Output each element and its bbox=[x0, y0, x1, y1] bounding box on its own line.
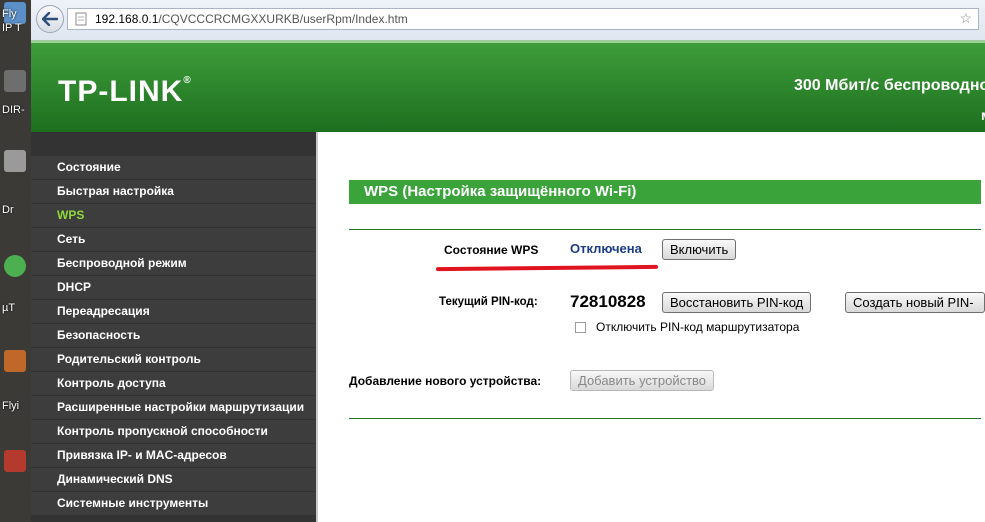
sidebar-item[interactable]: Привязка IP- и MAC-адресов bbox=[31, 444, 316, 467]
url-text: 192.168.0.1/CQVCCCRCMGXXURKB/userRpm/Ind… bbox=[95, 12, 408, 26]
product-title: 300 Мбит/с беспроводно bbox=[794, 77, 985, 94]
page-icon bbox=[75, 12, 87, 26]
sidebar-item[interactable]: Родительский контроль bbox=[31, 348, 316, 371]
sidebar-item[interactable]: Безопасность bbox=[31, 324, 316, 347]
desktop-app-icon[interactable] bbox=[4, 70, 26, 92]
utorrent-icon[interactable] bbox=[4, 255, 26, 277]
tp-link-logo: TP-LINK® bbox=[58, 75, 192, 108]
sidebar-item[interactable]: WPS bbox=[31, 204, 316, 227]
pin-label: Текущий PIN-код: bbox=[439, 296, 538, 308]
wps-status-label: Состояние WPS bbox=[444, 243, 539, 257]
page-title: WPS (Настройка защищённого Wi-Fi) bbox=[349, 180, 981, 204]
sidebar-item[interactable]: Контроль пропускной способности bbox=[31, 420, 316, 443]
desktop-app-icon[interactable] bbox=[4, 450, 26, 472]
generate-new-pin-button[interactable]: Создать новый PIN- bbox=[845, 292, 985, 313]
pin-value: 72810828 bbox=[570, 292, 646, 311]
restore-pin-button[interactable]: Восстановить PIN-код bbox=[662, 292, 812, 313]
desktop-label: µT bbox=[2, 302, 16, 314]
router-header: TP-LINK® 300 Мбит/с беспроводно м bbox=[31, 40, 985, 132]
sidebar-item[interactable]: Сеть bbox=[31, 228, 316, 251]
sidebar-item[interactable]: Динамический DNS bbox=[31, 468, 316, 491]
sidebar-item[interactable]: Расширенные настройки маршрутизации bbox=[31, 396, 316, 419]
url-host: 192.168.0.1 bbox=[95, 12, 159, 26]
sidebar-item[interactable]: Системные инструменты bbox=[31, 492, 316, 515]
url-field[interactable]: 192.168.0.1/CQVCCCRCMGXXURKB/userRpm/Ind… bbox=[67, 8, 979, 30]
desktop-label: Fly bbox=[2, 8, 17, 20]
desktop-label: IP T bbox=[2, 22, 22, 34]
desktop-app-icon[interactable] bbox=[4, 350, 26, 372]
annotation-underline bbox=[435, 264, 659, 272]
desktop-label: DIR- bbox=[2, 104, 25, 116]
desktop-label: Flyi bbox=[2, 400, 20, 412]
desktop-strip: Fly IP T DIR- Dr µT Flyi bbox=[0, 0, 31, 522]
sidebar-item[interactable]: Переадресация bbox=[31, 300, 316, 323]
back-arrow-icon bbox=[42, 12, 58, 26]
sidebar-item[interactable]: DHCP bbox=[31, 276, 316, 299]
bookmark-star-icon[interactable]: ☆ bbox=[959, 10, 972, 27]
main-content: WPS (Настройка защищённого Wi-Fi) Состоя… bbox=[318, 132, 985, 522]
model-text: м bbox=[981, 107, 985, 123]
sidebar-item[interactable]: Контроль доступа bbox=[31, 372, 316, 395]
disable-pin-checkbox-label: Отключить PIN-код маршрутизатора bbox=[596, 320, 800, 334]
back-button[interactable] bbox=[36, 5, 64, 33]
sidebar-menu: Состояние Быстрая настройка WPS Сеть Беспров… bbox=[31, 132, 316, 522]
url-path: /CQVCCCRCMGXXURKB/userRpm/Index.htm bbox=[158, 12, 408, 26]
sidebar-item[interactable]: Беспроводной режим bbox=[31, 252, 316, 275]
sidebar-item[interactable]: Быстрая настройка bbox=[31, 180, 316, 203]
sidebar-item[interactable]: Состояние bbox=[31, 156, 316, 179]
divider-line bbox=[349, 418, 981, 419]
desktop-app-icon[interactable] bbox=[4, 150, 26, 172]
divider-line bbox=[349, 229, 981, 230]
disable-pin-checkbox[interactable] bbox=[575, 322, 586, 333]
desktop-label: Dr bbox=[2, 204, 14, 216]
wps-status-value: Отключена bbox=[570, 241, 642, 256]
browser-window: 192.168.0.1/CQVCCCRCMGXXURKB/userRpm/Ind… bbox=[31, 0, 985, 522]
enable-wps-button[interactable]: Включить bbox=[662, 239, 737, 260]
address-bar: 192.168.0.1/CQVCCCRCMGXXURKB/userRpm/Ind… bbox=[31, 0, 985, 41]
add-device-label: Добавление нового устройства: bbox=[349, 374, 542, 388]
add-device-button[interactable]: Добавить устройство bbox=[570, 370, 715, 391]
